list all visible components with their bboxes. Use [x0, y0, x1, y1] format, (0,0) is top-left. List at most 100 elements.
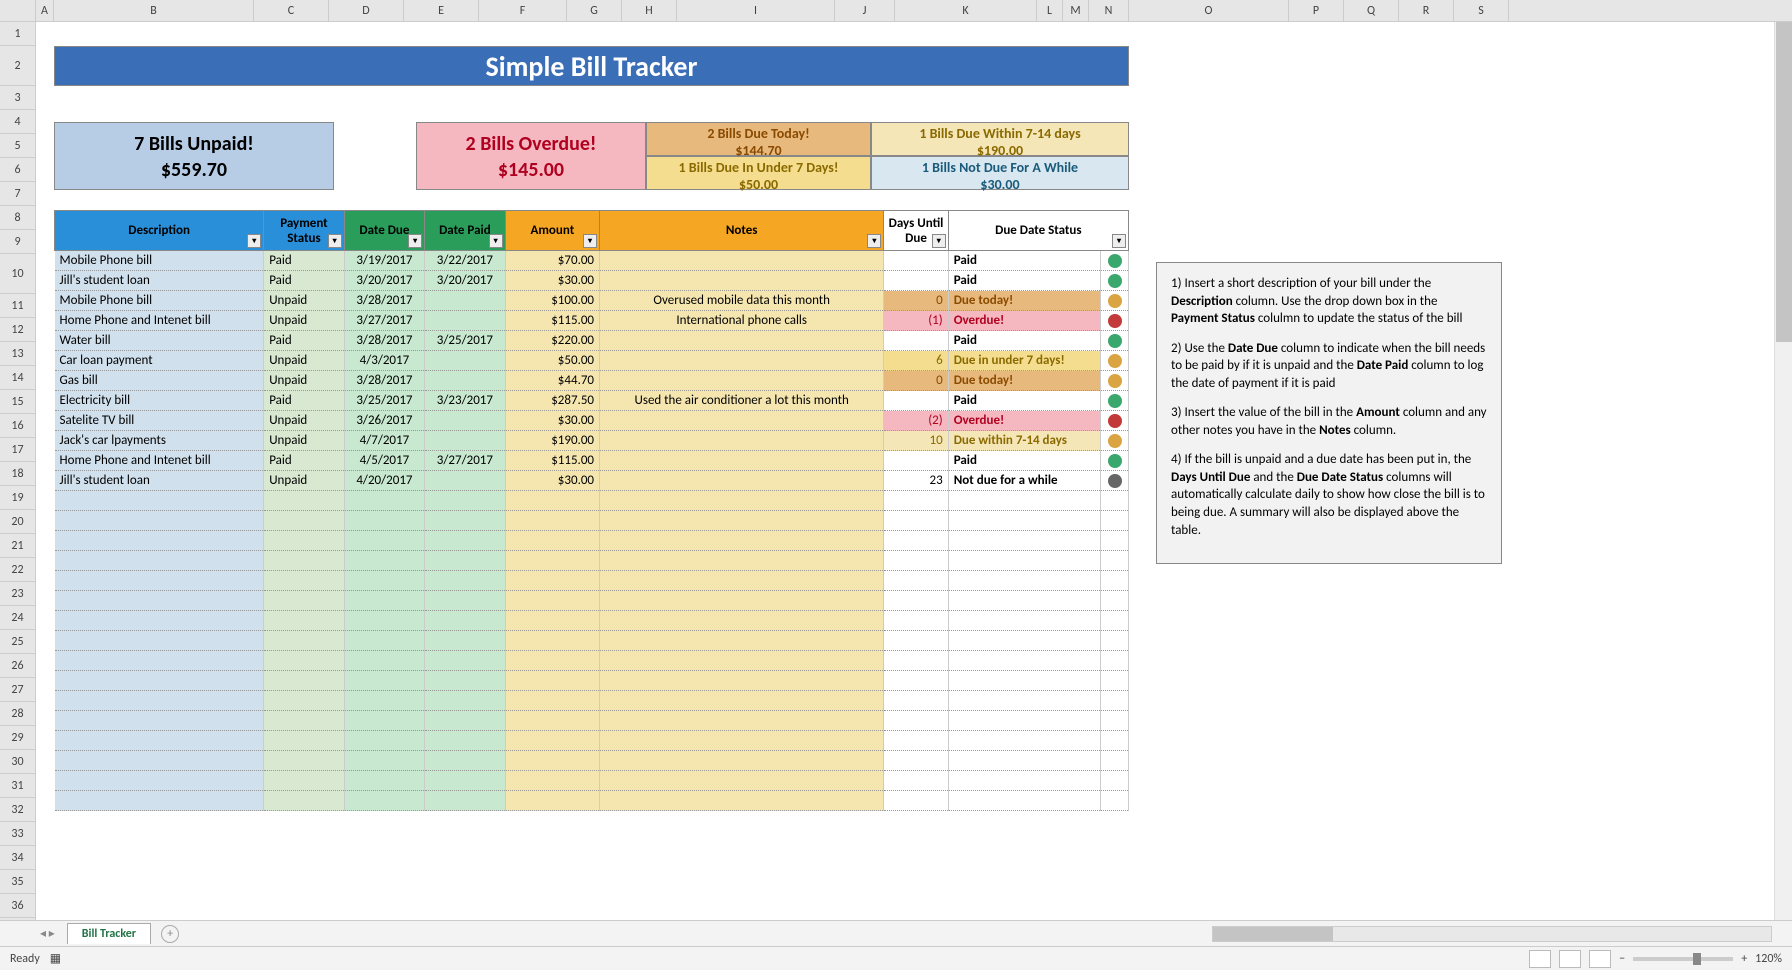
column-header-N[interactable]: N — [1089, 0, 1129, 21]
th-status[interactable]: Due Date Status▾ — [948, 211, 1128, 251]
column-header-G[interactable]: G — [567, 0, 622, 21]
table-row-empty[interactable] — [55, 491, 1129, 511]
cell-days-until[interactable] — [884, 331, 948, 351]
table-row-empty[interactable] — [55, 631, 1129, 651]
filter-button[interactable]: ▾ — [932, 234, 946, 248]
cell-notes[interactable]: Overused mobile data this month — [600, 291, 884, 311]
row-header-33[interactable]: 33 — [0, 822, 35, 846]
column-header-S[interactable]: S — [1454, 0, 1509, 21]
cell-days-until[interactable] — [884, 251, 948, 271]
cell-days-until[interactable]: (2) — [884, 411, 948, 431]
row-header-12[interactable]: 12 — [0, 318, 35, 342]
cell-notes[interactable] — [600, 471, 884, 491]
cell-amount[interactable]: $100.00 — [505, 291, 599, 311]
cell-date-paid[interactable]: 3/22/2017 — [425, 251, 505, 271]
filter-button[interactable]: ▾ — [489, 234, 503, 248]
table-row-empty[interactable] — [55, 511, 1129, 531]
filter-button[interactable]: ▾ — [247, 234, 261, 248]
cell-payment-status[interactable]: Paid — [264, 251, 344, 271]
row-header-16[interactable]: 16 — [0, 414, 35, 438]
row-header-3[interactable]: 3 — [0, 86, 35, 110]
zoom-slider[interactable] — [1633, 957, 1733, 961]
column-header-F[interactable]: F — [479, 0, 567, 21]
cell-notes[interactable]: Used the air conditioner a lot this mont… — [600, 391, 884, 411]
cell-description[interactable]: Jack's car lpayments — [55, 431, 264, 451]
bills-table[interactable]: Description▾ Payment Status▾ Date Due▾ D… — [54, 210, 1129, 811]
th-amount[interactable]: Amount▾ — [505, 211, 599, 251]
cell-date-due[interactable]: 4/20/2017 — [344, 471, 424, 491]
cell-amount[interactable]: $44.70 — [505, 371, 599, 391]
cell-description[interactable]: Satelite TV bill — [55, 411, 264, 431]
filter-button[interactable]: ▾ — [408, 234, 422, 248]
cell-date-due[interactable]: 3/20/2017 — [344, 271, 424, 291]
cell-date-paid[interactable]: 3/25/2017 — [425, 331, 505, 351]
column-header-B[interactable]: B — [54, 0, 254, 21]
cell-days-until[interactable]: 0 — [884, 291, 948, 311]
cell-description[interactable]: Water bill — [55, 331, 264, 351]
cell-notes[interactable] — [600, 331, 884, 351]
cell-description[interactable]: Home Phone and Intenet bill — [55, 451, 264, 471]
th-days-until[interactable]: Days Until Due▾ — [884, 211, 948, 251]
cell-notes[interactable] — [600, 431, 884, 451]
cell-date-paid[interactable] — [425, 431, 505, 451]
cell-days-until[interactable]: 0 — [884, 371, 948, 391]
column-header-K[interactable]: K — [895, 0, 1037, 21]
vertical-scrollbar[interactable] — [1774, 22, 1792, 920]
cell-notes[interactable]: International phone calls — [600, 311, 884, 331]
row-header-31[interactable]: 31 — [0, 774, 35, 798]
table-row-empty[interactable] — [55, 551, 1129, 571]
row-header-7[interactable]: 7 — [0, 182, 35, 206]
cell-status[interactable]: Paid — [948, 251, 1100, 271]
cell-days-until[interactable] — [884, 271, 948, 291]
row-header-20[interactable]: 20 — [0, 510, 35, 534]
macro-icon[interactable]: ▦ — [50, 951, 61, 966]
table-row-empty[interactable] — [55, 691, 1129, 711]
cell-payment-status[interactable]: Paid — [264, 271, 344, 291]
cell-date-paid[interactable] — [425, 371, 505, 391]
cell-amount[interactable]: $115.00 — [505, 311, 599, 331]
column-header-M[interactable]: M — [1063, 0, 1089, 21]
table-row[interactable]: Satelite TV billUnpaid3/26/2017$30.00(2)… — [55, 411, 1129, 431]
cell-date-paid[interactable] — [425, 311, 505, 331]
table-row-empty[interactable] — [55, 791, 1129, 811]
cell-description[interactable]: Home Phone and Intenet bill — [55, 311, 264, 331]
cell-status[interactable]: Due in under 7 days! — [948, 351, 1100, 371]
row-header-18[interactable]: 18 — [0, 462, 35, 486]
row-header-8[interactable]: 8 — [0, 206, 35, 230]
row-header-35[interactable]: 35 — [0, 870, 35, 894]
horizontal-scrollbar[interactable] — [1212, 926, 1772, 942]
table-row[interactable]: Water billPaid3/28/20173/25/2017$220.00P… — [55, 331, 1129, 351]
row-header-10[interactable]: 10 — [0, 254, 35, 294]
row-header-19[interactable]: 19 — [0, 486, 35, 510]
row-header-25[interactable]: 25 — [0, 630, 35, 654]
row-header-9[interactable]: 9 — [0, 230, 35, 254]
add-sheet-button[interactable]: + — [161, 925, 179, 943]
row-header-36[interactable]: 36 — [0, 894, 35, 918]
cell-notes[interactable] — [600, 251, 884, 271]
row-header-4[interactable]: 4 — [0, 110, 35, 134]
cell-days-until[interactable] — [884, 451, 948, 471]
cell-payment-status[interactable]: Unpaid — [264, 471, 344, 491]
table-row[interactable]: Mobile Phone billPaid3/19/20173/22/2017$… — [55, 251, 1129, 271]
cell-days-until[interactable]: 6 — [884, 351, 948, 371]
cell-description[interactable]: Gas bill — [55, 371, 264, 391]
row-header-21[interactable]: 21 — [0, 534, 35, 558]
table-row[interactable]: Mobile Phone billUnpaid3/28/2017$100.00O… — [55, 291, 1129, 311]
row-header-26[interactable]: 26 — [0, 654, 35, 678]
cell-date-paid[interactable]: 3/27/2017 — [425, 451, 505, 471]
column-header-Q[interactable]: Q — [1344, 0, 1399, 21]
filter-button[interactable]: ▾ — [1112, 234, 1126, 248]
cell-date-paid[interactable]: 3/20/2017 — [425, 271, 505, 291]
cell-amount[interactable]: $30.00 — [505, 411, 599, 431]
table-row[interactable]: Jill's student loanPaid3/20/20173/20/201… — [55, 271, 1129, 291]
table-row-empty[interactable] — [55, 711, 1129, 731]
th-date-due[interactable]: Date Due▾ — [344, 211, 424, 251]
cell-date-due[interactable]: 3/28/2017 — [344, 291, 424, 311]
cell-status[interactable]: Due today! — [948, 291, 1100, 311]
cell-date-due[interactable]: 4/7/2017 — [344, 431, 424, 451]
row-header-27[interactable]: 27 — [0, 678, 35, 702]
cell-status[interactable]: Overdue! — [948, 311, 1100, 331]
row-header-30[interactable]: 30 — [0, 750, 35, 774]
cell-amount[interactable]: $115.00 — [505, 451, 599, 471]
column-header-J[interactable]: J — [835, 0, 895, 21]
